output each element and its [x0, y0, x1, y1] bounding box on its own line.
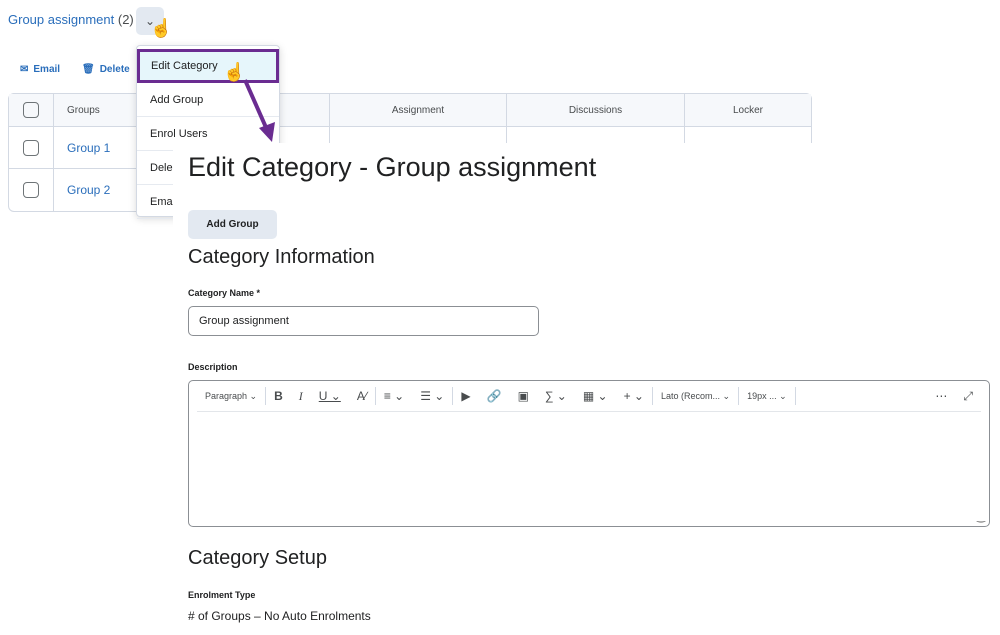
arrow-annotation: [243, 79, 275, 142]
email-button[interactable]: ✉ Email: [20, 64, 60, 75]
image-icon[interactable]: ▣: [510, 389, 537, 403]
italic-icon[interactable]: I: [291, 389, 311, 404]
table-header: Groups Assignment Discussions Locker: [9, 94, 811, 127]
category-name-label: Category Name *: [188, 288, 261, 298]
category-link[interactable]: Group assignment: [8, 12, 114, 27]
font-size-select[interactable]: 19px ... ⌄: [739, 391, 795, 402]
group-count: (2): [117, 12, 134, 27]
align-icon[interactable]: ≡ ⌄: [376, 389, 412, 403]
media-icon[interactable]: ▶: [453, 389, 478, 403]
enrolment-type-label: Enrolment Type: [188, 590, 256, 600]
email-label: Email: [33, 64, 61, 75]
table-icon[interactable]: ▦ ⌄: [575, 389, 616, 403]
fullscreen-icon[interactable]: ⤢: [955, 389, 981, 404]
insert-icon[interactable]: + ⌄: [616, 389, 652, 403]
category-setup-heading: Category Setup: [188, 547, 327, 569]
category-title: Group assignment (2): [8, 12, 134, 27]
page-title: Edit Category - Group assignment: [188, 152, 597, 182]
delete-button[interactable]: 🗑 Delete: [82, 64, 130, 75]
more-icon[interactable]: ⋯: [927, 389, 955, 403]
header-discussions: Discussions: [507, 94, 685, 127]
header-locker: Locker: [685, 94, 811, 127]
font-select[interactable]: Lato (Recom... ⌄: [653, 391, 738, 402]
delete-label: Delete: [99, 64, 130, 75]
editor-toolbar: Paragraph ⌄ B I U ⌄ A∕ ≡ ⌄ ☰ ⌄ ▶ 🔗 ▣ ∑ ⌄…: [197, 381, 981, 412]
trash-icon: 🗑: [82, 64, 95, 75]
link-icon[interactable]: 🔗: [479, 389, 510, 403]
row-checkbox[interactable]: [23, 139, 39, 156]
resize-handle-icon[interactable]: ‿: [977, 512, 985, 523]
row-checkbox[interactable]: [23, 182, 39, 198]
envelope-icon: ✉: [20, 64, 29, 75]
underline-icon[interactable]: U ⌄: [311, 389, 349, 403]
category-name-input[interactable]: Group assignment: [188, 306, 539, 336]
add-group-button[interactable]: Add Group: [188, 210, 277, 239]
paragraph-select[interactable]: Paragraph ⌄: [197, 391, 265, 402]
clear-format-icon[interactable]: A∕: [349, 389, 375, 403]
category-information-heading: Category Information: [188, 246, 375, 268]
description-label: Description: [188, 362, 238, 372]
bold-icon[interactable]: B: [266, 389, 291, 403]
enrolment-type-value: # of Groups – No Auto Enrolments: [188, 609, 371, 623]
list-icon[interactable]: ☰ ⌄: [412, 389, 452, 403]
description-editor[interactable]: Paragraph ⌄ B I U ⌄ A∕ ≡ ⌄ ☰ ⌄ ▶ 🔗 ▣ ∑ ⌄…: [188, 380, 990, 527]
header-assignment: Assignment: [330, 94, 507, 127]
group-link[interactable]: Group 2: [67, 183, 110, 197]
equation-icon[interactable]: ∑ ⌄: [537, 389, 575, 403]
hand-cursor-icon: ☝: [150, 18, 173, 38]
select-all-checkbox[interactable]: [23, 102, 39, 118]
group-link[interactable]: Group 1: [67, 141, 110, 155]
